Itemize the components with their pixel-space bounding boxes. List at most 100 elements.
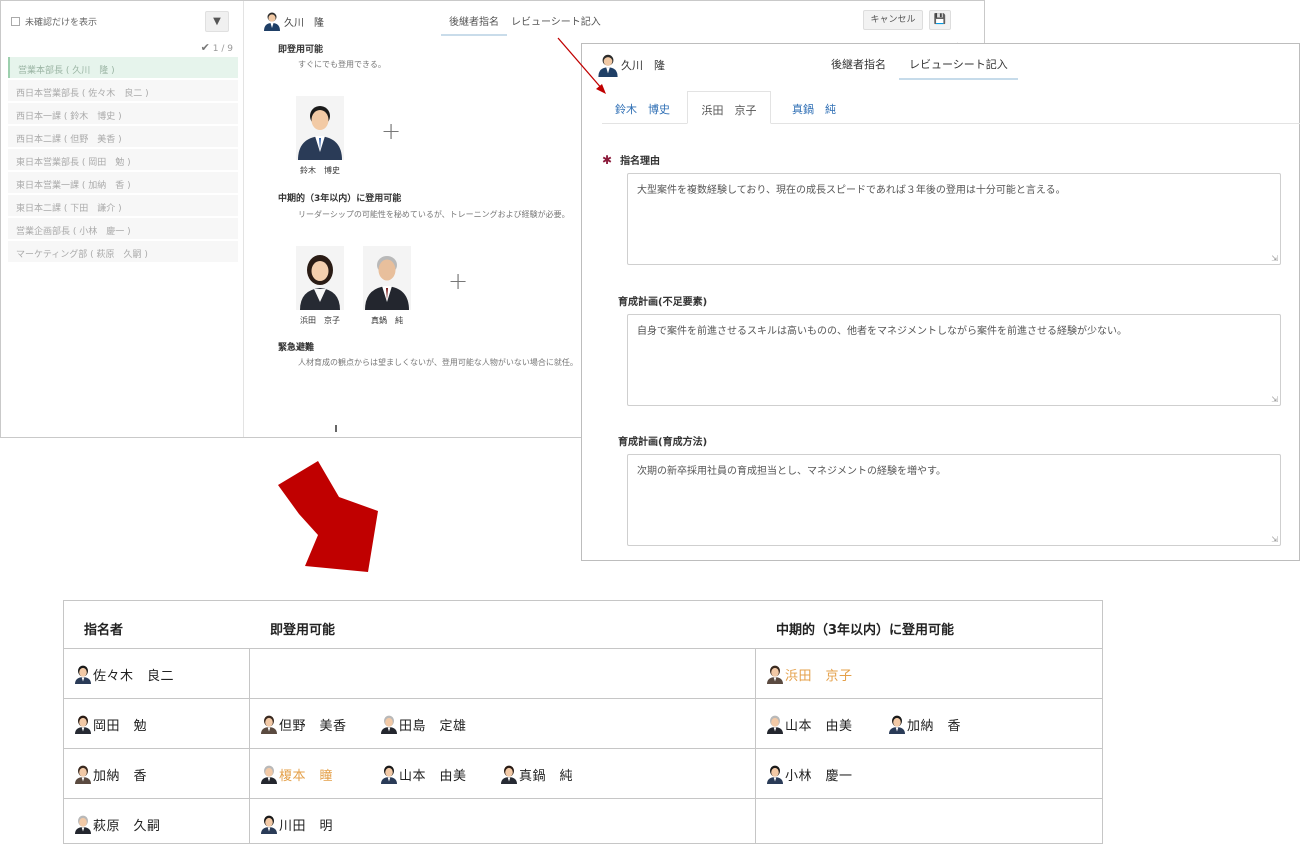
table-row: 佐々木 良二 浜田 京子 xyxy=(64,649,1102,699)
section-title: 即登用可能 xyxy=(278,45,324,55)
person-name: 山本 由美 xyxy=(399,769,467,784)
sidebar-item[interactable]: 西日本二課 ( 但野 美香 ) xyxy=(8,126,238,147)
development-gap-textarea[interactable]: 自身で案件を前進させるスキルは高いものの、他者をマネジメントしながら案件を前進さ… xyxy=(627,314,1281,406)
tab-review-sheet[interactable]: レビューシート記入 xyxy=(511,13,601,34)
user-avatar-icon xyxy=(598,54,618,77)
person-avatar-icon xyxy=(261,765,277,784)
sidebar-item[interactable]: 営業本部長 ( 久川 隆 ) xyxy=(8,57,238,78)
section-desc: リーダーシップの可能性を秘めているが、トレーニングおよび経験が必要。 xyxy=(298,210,570,219)
user-avatar-icon xyxy=(264,12,280,31)
person-name: 浜田 京子 xyxy=(785,669,853,684)
person-name: 小林 慶一 xyxy=(785,769,853,784)
textarea-value: 次期の新卒採用社員の育成担当とし、マネジメントの経験を増やす。 xyxy=(637,466,946,477)
person-name: 川田 明 xyxy=(279,819,334,834)
resize-handle[interactable] xyxy=(335,425,337,432)
section-desc: 人材育成の観点からは望ましくないが、登用可能な人物がいない場合に就任。 xyxy=(298,358,578,367)
header-immediate: 即登用可能 xyxy=(270,623,336,638)
cancel-button[interactable]: キャンセル xyxy=(863,10,923,30)
save-icon: 💾 xyxy=(933,14,947,25)
person-avatar-icon xyxy=(767,715,783,734)
development-method-textarea[interactable]: 次期の新卒採用社員の育成担当とし、マネジメントの経験を増やす。 ⇲ xyxy=(627,454,1281,546)
person-name: 加納 香 xyxy=(907,719,962,734)
person-name: 岡田 勉 xyxy=(93,719,148,734)
sidebar-item[interactable]: 東日本営業一課 ( 加納 香 ) xyxy=(8,172,238,193)
candidate-name: 浜田 京子 xyxy=(300,316,340,325)
person-avatar-icon xyxy=(75,765,91,784)
resize-grip-icon[interactable]: ⇲ xyxy=(1271,535,1278,544)
tab-review-sheet[interactable]: レビューシート記入 xyxy=(899,56,1018,80)
person-avatar-icon xyxy=(767,765,783,784)
header-midterm: 中期的（3年以内）に登用可能 xyxy=(776,623,955,638)
nominator-cell: 佐々木 良二 xyxy=(64,649,250,699)
midterm-cell xyxy=(756,799,1102,843)
person-name: 但野 美香 xyxy=(279,719,347,734)
progress-text: 1 / 9 xyxy=(212,44,233,54)
candidate-tab[interactable]: 真鍋 純 xyxy=(792,91,836,124)
filter-icon: ▼ xyxy=(213,16,221,27)
person-avatar-icon xyxy=(501,765,517,784)
add-candidate-icon[interactable]: + xyxy=(448,267,468,295)
sidebar-item[interactable]: 営業企画部長 ( 小林 慶一 ) xyxy=(8,218,238,239)
table-row: 岡田 勉 但野 美香 田島 定雄 山本 由美 加納 香 xyxy=(64,699,1102,749)
person-avatar-icon xyxy=(767,665,783,684)
field-label: 育成計画(不足要素) xyxy=(618,297,708,308)
immediate-cell: 榎本 瞳 山本 由美 真鍋 純 xyxy=(250,749,756,799)
textarea-value: 自身で案件を前進させるスキルは高いものの、他者をマネジメントしながら案件を前進さ… xyxy=(637,326,1127,337)
sidebar-item[interactable]: 西日本一課 ( 鈴木 博史 ) xyxy=(8,103,238,124)
person-name: 田島 定雄 xyxy=(399,719,467,734)
person-avatar-icon xyxy=(75,815,91,834)
person-avatar-icon xyxy=(381,715,397,734)
succession-table: 指名者 即登用可能 中期的（3年以内）に登用可能 佐々木 良二 浜田 京子 岡田 勉… xyxy=(63,600,1103,844)
section-desc: すぐにでも登用できる。 xyxy=(298,60,386,69)
candidate-tab-active[interactable]: 浜田 京子 xyxy=(687,91,771,124)
field-label: 育成計画(育成方法) xyxy=(618,437,708,448)
candidate-photo[interactable] xyxy=(296,96,344,160)
candidate-photo[interactable] xyxy=(363,246,411,310)
resize-grip-icon[interactable]: ⇲ xyxy=(1271,254,1278,263)
show-unchecked-checkbox[interactable] xyxy=(11,17,20,26)
required-icon: ✱ xyxy=(602,153,613,167)
candidate-tabs: 鈴木 博史 浜田 京子 真鍋 純 xyxy=(602,91,1300,124)
nominator-cell: 加納 香 xyxy=(64,749,250,799)
candidate-name: 真鍋 純 xyxy=(371,316,403,325)
sidebar-item[interactable]: 東日本営業部長 ( 岡田 勉 ) xyxy=(8,149,238,170)
midterm-cell: 山本 由美 加納 香 xyxy=(756,699,1102,749)
immediate-cell xyxy=(250,649,756,699)
person-photo-icon xyxy=(296,96,344,160)
person-avatar-icon xyxy=(75,665,91,684)
sidebar: 未確認だけを表示 ▼ ✔ 1 / 9 営業本部長 ( 久川 隆 ) 西日本営業部長… xyxy=(1,1,244,437)
candidate-tab[interactable]: 鈴木 博史 xyxy=(615,91,670,124)
user-name: 久川 隆 xyxy=(621,59,665,72)
candidate-name: 鈴木 博史 xyxy=(300,166,340,175)
textarea-value: 大型案件を複数経験しており、現在の成長スピードであれば３年後の登用は十分可能と言… xyxy=(637,185,1066,196)
nominator-cell: 岡田 勉 xyxy=(64,699,250,749)
person-name: 榎本 瞳 xyxy=(279,769,334,784)
nomination-reason-textarea[interactable]: 大型案件を複数経験しており、現在の成長スピードであれば３年後の登用は十分可能と言… xyxy=(627,173,1281,265)
sidebar-item[interactable]: マーケティング部 ( 萩原 久嗣 ) xyxy=(8,241,238,262)
person-photo-icon xyxy=(296,246,344,310)
table-row: 加納 香 榎本 瞳 山本 由美 真鍋 純 小林 慶一 xyxy=(64,749,1102,799)
person-avatar-icon xyxy=(261,815,277,834)
field-label-text: 指名理由 xyxy=(620,156,661,167)
review-sheet-window: 久川 隆 後継者指名 レビューシート記入 鈴木 博史 浜田 京子 真鍋 純 ✱ 指… xyxy=(581,43,1300,561)
immediate-cell: 但野 美香 田島 定雄 xyxy=(250,699,756,749)
person-name: 佐々木 良二 xyxy=(93,669,175,684)
resize-grip-icon[interactable]: ⇲ xyxy=(1271,395,1278,404)
person-avatar-icon xyxy=(261,715,277,734)
person-name: 加納 香 xyxy=(93,769,148,784)
candidate-photo[interactable] xyxy=(296,246,344,310)
sidebar-item[interactable]: 東日本二課 ( 下田 謙介 ) xyxy=(8,195,238,216)
sidebar-item[interactable]: 西日本営業部長 ( 佐々木 良二 ) xyxy=(8,80,238,101)
person-name: 山本 由美 xyxy=(785,719,853,734)
tab-successor[interactable]: 後継者指名 xyxy=(441,13,507,36)
person-name: 真鍋 純 xyxy=(519,769,574,784)
immediate-cell: 川田 明 xyxy=(250,799,756,843)
tab-successor[interactable]: 後継者指名 xyxy=(831,56,886,72)
save-button[interactable]: 💾 xyxy=(929,10,951,30)
section-title: 中期的（3年以内）に登用可能 xyxy=(278,194,402,204)
add-candidate-icon[interactable]: + xyxy=(381,117,401,145)
person-avatar-icon xyxy=(75,715,91,734)
progress-count: ✔ 1 / 9 xyxy=(201,41,233,54)
show-unchecked-label: 未確認だけを表示 xyxy=(25,18,98,28)
filter-button[interactable]: ▼ xyxy=(205,11,229,32)
